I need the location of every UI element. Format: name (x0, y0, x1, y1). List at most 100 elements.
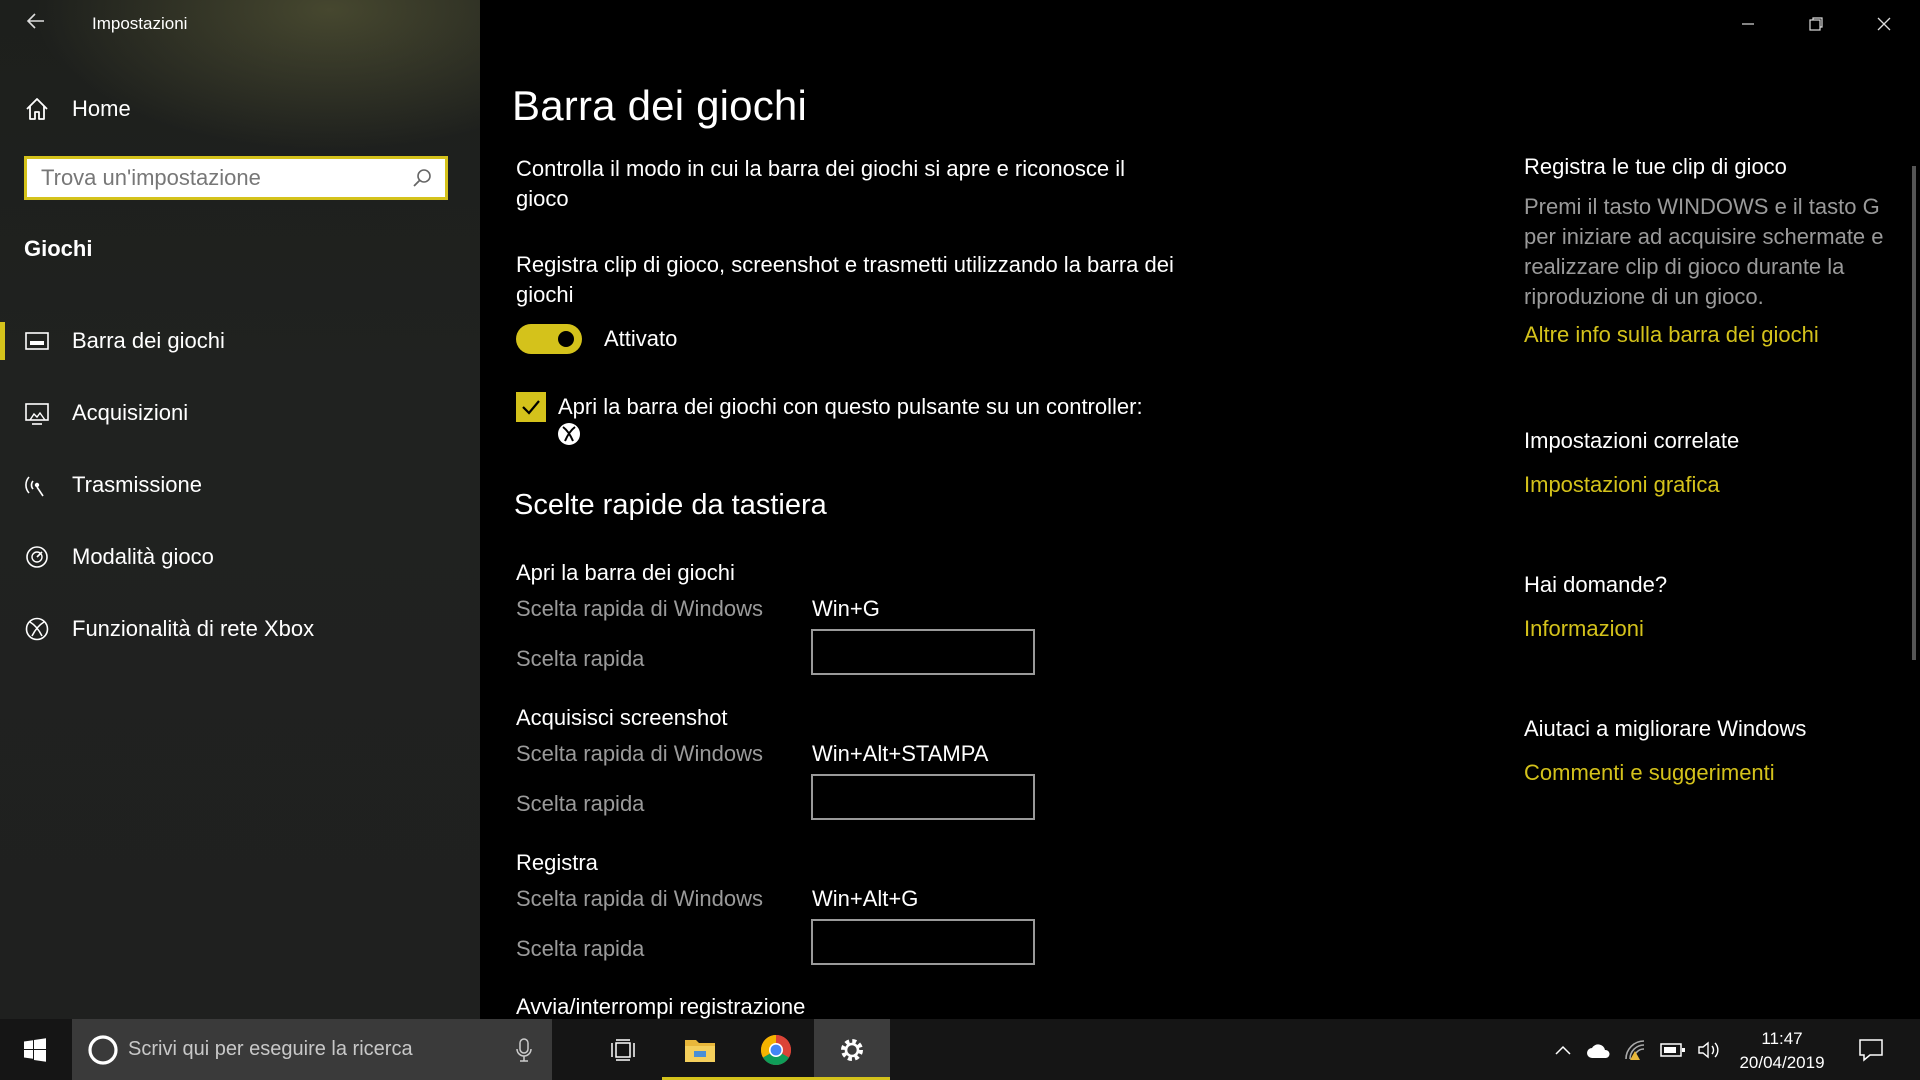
feedback-link[interactable]: Commenti e suggerimenti (1524, 760, 1904, 786)
sidebar-item-game-bar[interactable]: Barra dei giochi (0, 305, 480, 377)
record-toggle-row: Attivato (516, 324, 677, 354)
sidebar-item-game-mode[interactable]: Modalità gioco (0, 521, 480, 593)
cloud-icon (1587, 1043, 1610, 1058)
game-mode-icon (26, 546, 48, 568)
sidebar-home[interactable]: Home (24, 92, 131, 126)
settings-search[interactable] (24, 156, 448, 200)
controller-checkbox[interactable] (516, 392, 546, 422)
shortcut-title: Registra (516, 850, 598, 875)
custom-shortcut-row: Scelta rapida (516, 629, 1076, 686)
windows-shortcut-value: Win+Alt+STAMPA (812, 741, 989, 766)
onedrive-tray[interactable] (1582, 1019, 1616, 1080)
sidebar-item-label: Trasmissione (72, 472, 202, 497)
shortcut-title: Avvia/interrompi registrazione (516, 994, 806, 1019)
taskbar-search[interactable] (72, 1019, 552, 1080)
content-scrollbar[interactable] (1912, 166, 1916, 660)
start-button[interactable] (0, 1019, 70, 1080)
keyboard-shortcuts-heading: Scelte rapide da tastiera (514, 489, 827, 521)
app-title: Impostazioni (92, 14, 188, 33)
custom-shortcut-label: Scelta rapida (516, 646, 645, 671)
sidebar-nav: Barra dei giochi Acquisizioni Trasmissio… (0, 305, 480, 665)
shortcut-title: Acquisisci screenshot (516, 705, 728, 730)
sidebar-item-xbox-networking[interactable]: Funzionalità di rete Xbox (0, 593, 480, 665)
network-tray[interactable] (1620, 1019, 1654, 1080)
captures-icon (25, 403, 49, 425)
volume-tray[interactable] (1692, 1019, 1726, 1080)
clock-time: 11:47 (1761, 1029, 1803, 1048)
back-button[interactable] (20, 10, 52, 38)
help-link[interactable]: Informazioni (1524, 616, 1904, 642)
shortcut-title: Apri la barra dei giochi (516, 560, 735, 585)
sidebar-item-label: Funzionalità di rete Xbox (72, 616, 315, 641)
game-bar-more-info-link[interactable]: Altre info sulla barra dei giochi (1524, 322, 1904, 348)
clock-date: 20/04/2019 (1739, 1053, 1825, 1072)
custom-shortcut-label: Scelta rapida (516, 791, 645, 816)
cortana-icon (88, 1034, 118, 1065)
task-view-icon (611, 1038, 635, 1061)
sidebar-item-label: Barra dei giochi (72, 328, 225, 353)
broadcast-icon (25, 476, 44, 497)
custom-shortcut-label: Scelta rapida (516, 936, 645, 961)
sidebar-item-label: Modalità gioco (72, 544, 214, 569)
page-title: Barra dei giochi (512, 82, 808, 129)
microphone-icon[interactable] (514, 1037, 534, 1063)
windows-shortcut-label: Scelta rapida di Windows (516, 596, 764, 621)
shortcut-group-screenshot: Acquisisci screenshot Scelta rapida di W… (516, 705, 1076, 831)
sidebar-home-label: Home (72, 96, 131, 121)
sidebar-item-captures[interactable]: Acquisizioni (0, 377, 480, 449)
controller-checkbox-label: Apri la barra dei giochi con questo puls… (558, 394, 1143, 419)
restore-button[interactable] (1782, 0, 1850, 48)
sidebar: Impostazioni Home Giochi Barra dei gioch… (0, 0, 480, 1019)
related-settings-section: Impostazioni correlate Impostazioni graf… (1524, 428, 1904, 498)
taskbar-search-input[interactable] (120, 1037, 514, 1062)
notification-icon (1859, 1038, 1883, 1062)
battery-icon (1660, 1042, 1685, 1057)
windows-logo-icon (24, 1037, 46, 1062)
record-setting-description: Registra clip di gioco, screenshot e tra… (516, 252, 1174, 307)
gear-icon (841, 1038, 863, 1061)
minimize-icon (1742, 23, 1754, 25)
custom-shortcut-input[interactable] (811, 919, 1035, 965)
windows-shortcut-label: Scelta rapida di Windows (516, 886, 764, 911)
settings-taskbar-button[interactable] (814, 1019, 890, 1080)
custom-shortcut-input[interactable] (811, 774, 1035, 820)
action-center-button[interactable] (1846, 1019, 1896, 1080)
task-view-button[interactable] (586, 1019, 662, 1080)
file-explorer-button[interactable] (662, 1019, 738, 1080)
folder-icon (685, 1039, 715, 1062)
home-icon (26, 98, 48, 120)
settings-search-input[interactable] (27, 164, 411, 192)
sidebar-item-broadcast[interactable]: Trasmissione (0, 449, 480, 521)
close-button[interactable] (1850, 0, 1918, 48)
search-icon[interactable] (411, 167, 433, 189)
chrome-icon (760, 1034, 792, 1065)
wifi-warning-icon (1625, 1039, 1645, 1060)
xbox-icon (25, 617, 49, 641)
restore-icon (1809, 17, 1823, 31)
page-description: Controlla il modo in cui la barra dei gi… (516, 156, 1125, 211)
taskbar-clock[interactable]: 11:47 20/04/2019 (1728, 1027, 1836, 1075)
speaker-icon (1698, 1041, 1719, 1058)
graphics-settings-link[interactable]: Impostazioni grafica (1524, 472, 1904, 498)
feedback-section: Aiutaci a migliorare Windows Commenti e … (1524, 716, 1904, 786)
game-bar-icon (25, 332, 49, 350)
questions-heading: Hai domande? (1524, 572, 1668, 597)
questions-section: Hai domande? Informazioni (1524, 572, 1904, 642)
windows-shortcut-label: Scelta rapida di Windows (516, 741, 764, 766)
shortcut-group-start-stop-recording: Avvia/interrompi registrazione (516, 994, 1076, 1020)
toggle-knob (558, 331, 574, 347)
feedback-heading: Aiutaci a migliorare Windows (1524, 716, 1807, 741)
custom-shortcut-input[interactable] (811, 629, 1035, 675)
sidebar-item-label: Acquisizioni (72, 400, 189, 425)
controller-checkbox-row: Apri la barra dei giochi con questo puls… (516, 392, 1143, 422)
minimize-button[interactable] (1714, 0, 1782, 48)
record-toggle[interactable] (516, 324, 582, 354)
toggle-state-label: Attivato (604, 326, 678, 351)
close-icon (1877, 17, 1891, 31)
battery-tray[interactable] (1656, 1019, 1690, 1080)
chrome-button[interactable] (738, 1019, 814, 1080)
show-hidden-icons-button[interactable] (1548, 1019, 1578, 1080)
windows-shortcut-value: Win+G (812, 596, 880, 621)
shortcut-group-record: Registra Scelta rapida di Windows Win+Al… (516, 850, 1076, 976)
clips-info-section: Registra le tue clip di gioco Premi il t… (1524, 154, 1904, 348)
